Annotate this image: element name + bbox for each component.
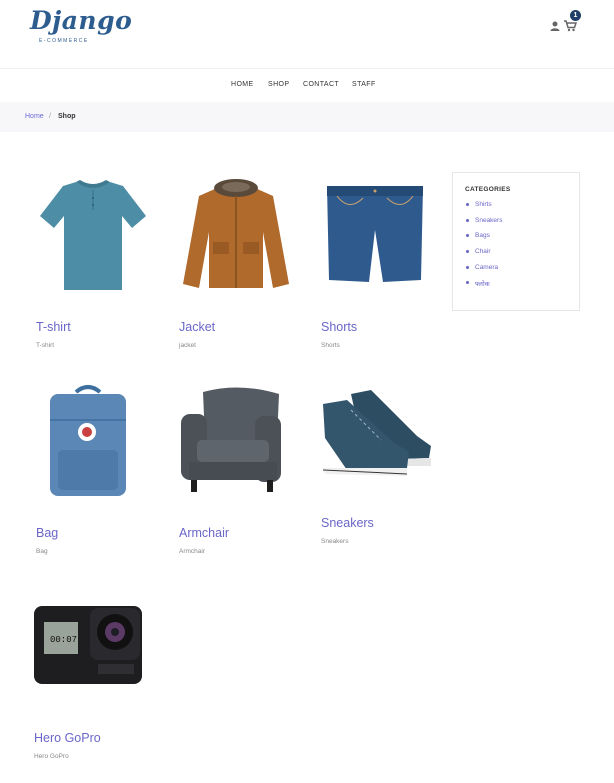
breadcrumb-current: Shop xyxy=(58,113,76,120)
cart-count-badge: 1 xyxy=(570,10,581,21)
brand-tagline: E-COMMERCE xyxy=(39,38,89,44)
category-label: Sneakers xyxy=(475,217,503,224)
product-category: Armchair xyxy=(179,548,206,555)
product-category: Bag xyxy=(36,548,48,555)
nav-shop[interactable]: SHOP xyxy=(268,81,289,88)
product-card[interactable]: Sneakers Sneakers xyxy=(321,380,441,550)
product-name-link[interactable]: Sneakers xyxy=(321,516,374,530)
user-icon[interactable] xyxy=(549,20,561,32)
product-card[interactable]: Armchair Armchair xyxy=(179,380,299,560)
brand-name: Django xyxy=(30,6,133,35)
bullet-icon xyxy=(466,219,469,222)
breadcrumb: Home / Shop xyxy=(0,102,614,132)
category-label: फ्लोक xyxy=(475,281,490,288)
product-name-link[interactable]: T-shirt xyxy=(36,320,71,334)
product-name-link[interactable]: Armchair xyxy=(179,526,229,540)
product-category: T-shirt xyxy=(36,342,55,349)
product-category: Shorts xyxy=(321,342,340,349)
brand-logo[interactable]: Django E-COMMERCE xyxy=(30,6,132,46)
svg-text:00:07: 00:07 xyxy=(50,635,77,645)
nav-staff[interactable]: STAFF xyxy=(352,81,376,88)
product-category: Sneakers xyxy=(321,538,349,545)
nav-contact[interactable]: CONTACT xyxy=(303,81,339,88)
tshirt-image[interactable] xyxy=(36,172,151,302)
category-link[interactable]: Bags xyxy=(466,232,490,239)
sneakers-image[interactable] xyxy=(321,380,436,510)
product-name-link[interactable]: Shorts xyxy=(321,320,357,334)
product-name-link[interactable]: Hero GoPro xyxy=(34,731,101,745)
product-card[interactable]: Bag Bag xyxy=(36,380,156,560)
category-link[interactable]: Camera xyxy=(466,264,499,271)
bullet-icon xyxy=(466,234,469,237)
category-label: Chair xyxy=(475,248,491,255)
category-link[interactable]: Shirts xyxy=(466,201,492,208)
product-name-link[interactable]: Bag xyxy=(36,526,58,540)
categories-title: CATEGORIES xyxy=(465,186,511,193)
armchair-image[interactable] xyxy=(179,380,294,510)
product-card[interactable]: Jacket jacket xyxy=(179,172,299,352)
categories-widget: CATEGORIES Shirts Sneakers Bags Chair Ca… xyxy=(452,172,580,311)
bullet-icon xyxy=(466,266,469,269)
jacket-image[interactable] xyxy=(179,172,294,302)
product-card[interactable]: Shorts Shorts xyxy=(321,172,441,352)
main-nav: HOME SHOP CONTACT STAFF xyxy=(0,70,614,102)
category-link[interactable]: फ्लोक xyxy=(466,279,490,288)
shorts-image[interactable] xyxy=(321,172,436,302)
category-link[interactable]: Chair xyxy=(466,248,491,255)
category-label: Camera xyxy=(475,264,499,271)
product-card[interactable]: T-shirt T-shirt xyxy=(36,172,156,352)
gopro-image[interactable]: 00:07 xyxy=(34,594,149,724)
bag-image[interactable] xyxy=(36,380,151,510)
nav-home[interactable]: HOME xyxy=(231,81,254,88)
breadcrumb-home-link[interactable]: Home xyxy=(25,113,44,120)
bullet-icon xyxy=(466,281,469,284)
breadcrumb-separator: / xyxy=(49,113,51,120)
product-category: Hero GoPro xyxy=(34,753,69,760)
product-card[interactable]: 00:07 Hero GoPro Hero GoPro xyxy=(34,594,154,772)
category-label: Shirts xyxy=(475,201,492,208)
category-label: Bags xyxy=(475,232,490,239)
bullet-icon xyxy=(466,250,469,253)
product-name-link[interactable]: Jacket xyxy=(179,320,215,334)
category-link[interactable]: Sneakers xyxy=(466,217,503,224)
bullet-icon xyxy=(466,203,469,206)
product-category: jacket xyxy=(179,342,196,349)
site-header: Django E-COMMERCE 1 xyxy=(0,0,614,69)
